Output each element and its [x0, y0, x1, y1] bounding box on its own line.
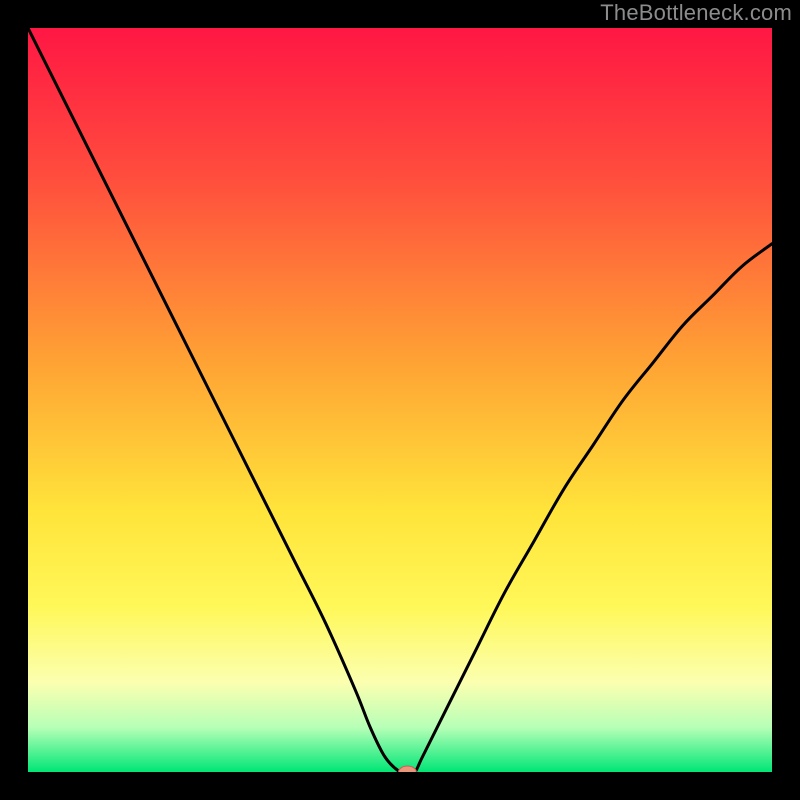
chart-stage: TheBottleneck.com [0, 0, 800, 800]
watermark-text: TheBottleneck.com [600, 2, 792, 24]
plot-area [28, 28, 772, 772]
plot-svg [28, 28, 772, 772]
gradient-background [28, 28, 772, 772]
